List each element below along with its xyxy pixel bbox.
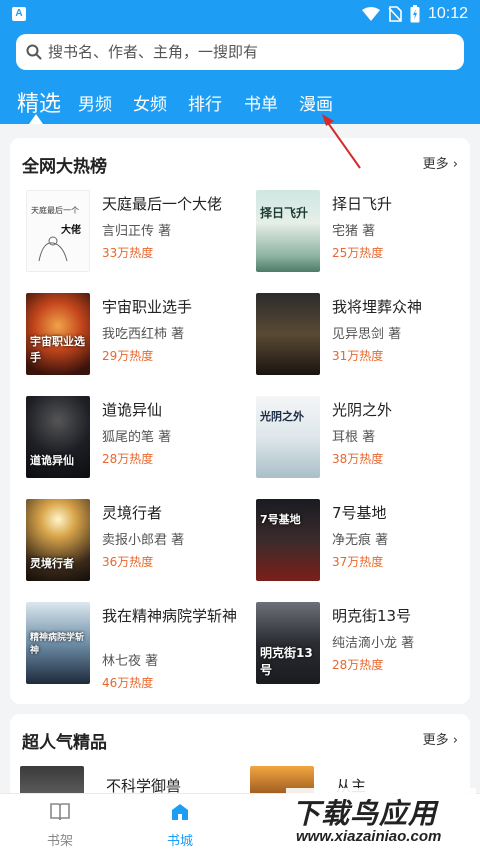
book-cover: 灵境行者 [26,499,90,581]
book-heat: 36万热度 [102,555,154,569]
book-item[interactable]: 我将埋葬众神 见异思剑 著 31万热度 [256,293,476,383]
tab-female[interactable]: 女频 [133,90,167,115]
no-sim-icon [388,6,402,22]
book-heat: 29万热度 [102,349,154,363]
active-tab-indicator [29,114,43,124]
book-title: 7号基地 [332,504,387,522]
book-author: 狐尾的笔 著 [102,430,172,445]
app-header: A 10:12 精选 男频 女频 排行 书单 漫画 [0,0,480,124]
search-bar[interactable] [16,34,464,70]
book-title: 灵境行者 [102,504,163,522]
book-cover: 宇宙职业选手 [26,293,90,375]
bookstore-icon [172,804,188,820]
hot-list-section: 全网大热榜 更多 › 天庭最后一个 大佬 天庭最后一个大佬 言归正传 著 33万… [10,138,470,704]
section-title: 全网大热榜 [22,157,107,177]
book-title: 明克街13号 [332,607,412,625]
book-cover: 道诡异仙 [26,396,90,478]
book-author: 见异思剑 著 [332,327,402,342]
cover-title-text: 精神病院学斩神 [30,633,85,656]
cover-title-text: 天庭最后一个 [31,206,79,215]
book-heat: 46万热度 [102,676,154,690]
book-heat: 25万热度 [332,246,384,260]
book-item[interactable]: 择日飞升 择日飞升 宅猪 著 25万热度 [256,190,476,280]
book-author: 净无痕 著 [332,533,389,548]
book-heat: 28万热度 [332,658,384,672]
book-author: 林七夜 著 [102,654,159,669]
nav-label: 书架 [46,834,73,849]
app-notification-icon: A [12,7,26,21]
book-title: 我在精神病院学斩神 [102,607,238,625]
chevron-right-icon: › [448,157,458,172]
cover-title-text: 灵境行者 [30,557,74,570]
search-input[interactable] [48,43,448,61]
book-author: 耳根 著 [332,430,376,445]
cover-title-text: 明克街13号 [260,646,313,677]
book-author: 言归正传 著 [102,224,172,239]
book-cover: 明克街13号 [256,602,320,684]
book-title: 天庭最后一个大佬 [102,195,223,213]
tab-comics[interactable]: 漫画 [299,90,333,115]
more-link[interactable]: 更多 › [423,729,458,748]
cover-title-text: 择日飞升 [260,206,309,220]
book-cover: 择日飞升 [256,190,320,272]
cover-title-text: 宇宙职业选手 [30,335,85,364]
cover-illustration [38,236,68,262]
status-bar: A 10:12 [0,0,480,28]
book-heat: 38万热度 [332,452,384,466]
book-item[interactable]: 明克街13号 明克街13号 纯洁滴小龙 著 28万热度 [256,602,476,692]
status-bar-right: 10:12 [361,3,468,25]
watermark-sub: www.xiazainiao.com [296,828,442,845]
book-title: 宇宙职业选手 [102,298,193,316]
book-author: 宅猪 著 [332,224,376,239]
section-title: 超人气精品 [22,733,107,753]
more-label: 更多 [422,733,449,748]
book-item[interactable]: 道诡异仙 道诡异仙 狐尾的笔 著 28万热度 [26,396,246,486]
book-title: 我将埋葬众神 [332,298,423,316]
cover-title-text: 道诡异仙 [30,454,74,467]
book-title: 光阴之外 [332,401,393,419]
more-link[interactable]: 更多 › [423,153,458,172]
nav-label: 书城 [166,834,193,849]
book-heat: 33万热度 [102,246,154,260]
book-heat: 37万热度 [332,555,384,569]
battery-charging-icon [410,5,420,23]
search-icon [26,44,42,60]
book-author: 卖报小郎君 著 [102,533,185,548]
book-heat: 31万热度 [332,349,384,363]
nav-bookshelf[interactable]: 书架 [30,802,90,849]
book-item[interactable]: 7号基地 7号基地 净无痕 著 37万热度 [256,499,476,589]
book-cover: 光阴之外 [256,396,320,478]
cover-title-text: 光阴之外 [260,410,304,423]
wifi-icon [361,7,380,21]
chevron-right-icon: › [448,733,458,748]
book-item[interactable]: 天庭最后一个 大佬 天庭最后一个大佬 言归正传 著 33万热度 [26,190,246,280]
tab-ranking[interactable]: 排行 [188,90,222,115]
tab-booklist[interactable]: 书单 [244,90,278,115]
watermark: 下载鸟应用 www.xiazainiao.com [286,788,476,850]
nav-bookstore[interactable]: 书城 [150,802,210,849]
book-item[interactable]: 宇宙职业选手 宇宙职业选手 我吃西红柿 著 29万热度 [26,293,246,383]
book-cover [256,293,320,375]
book-item[interactable]: 精神病院学斩神 我在精神病院学斩神 林七夜 著 46万热度 [26,602,246,692]
book-item[interactable]: 灵境行者 灵境行者 卖报小郎君 著 36万热度 [26,499,246,589]
book-item[interactable]: 光阴之外 光阴之外 耳根 著 38万热度 [256,396,476,486]
bookshelf-icon [50,803,70,821]
book-heat: 28万热度 [102,452,154,466]
book-cover: 7号基地 [256,499,320,581]
cover-title-text: 7号基地 [260,513,301,526]
more-label: 更多 [422,157,449,172]
book-cover: 天庭最后一个 大佬 [26,190,90,272]
watermark-main: 下载鸟应用 [292,797,438,830]
book-title: 道诡异仙 [102,401,163,419]
book-title: 择日飞升 [332,195,393,213]
book-author: 纯洁滴小龙 著 [332,636,415,651]
clock: 10:12 [427,5,468,22]
tab-male[interactable]: 男频 [78,90,112,115]
category-tabs: 精选 男频 女频 排行 书单 漫画 [0,84,480,124]
book-cover: 精神病院学斩神 [26,602,90,684]
book-author: 我吃西红柿 著 [102,327,185,342]
